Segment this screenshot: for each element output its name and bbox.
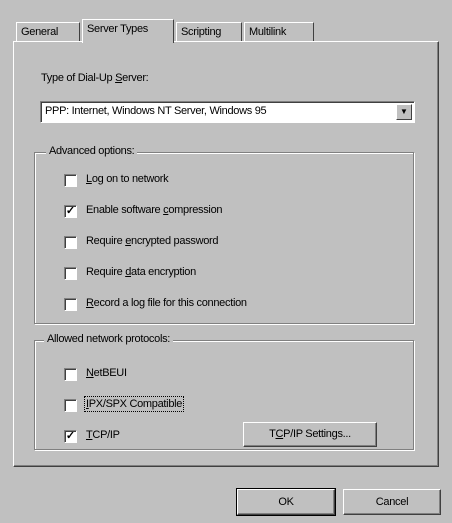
advanced-options-title: Advanced options:: [46, 145, 138, 157]
tcpip-checkbox[interactable]: ✓: [64, 430, 77, 443]
netbeui-label: NetBEUI: [86, 367, 127, 379]
netbeui-checkbox[interactable]: [64, 368, 77, 381]
tab-general[interactable]: General: [16, 22, 80, 41]
check-icon: ✓: [65, 430, 76, 442]
logon-network-label: Log on to network: [86, 173, 169, 185]
tcpip-label: TCP/IP: [86, 429, 120, 441]
logon-network-checkbox[interactable]: [64, 174, 77, 187]
server-type-label: Type of Dial-Up Server:: [41, 72, 149, 84]
record-log-checkbox[interactable]: [64, 298, 77, 311]
data-encryption-checkbox[interactable]: [64, 267, 77, 280]
ipx-spx-checkbox[interactable]: [64, 399, 77, 412]
protocols-title: Allowed network protocols:: [44, 333, 174, 345]
server-type-value: PPP: Internet, Windows NT Server, Window…: [45, 105, 267, 117]
software-compression-checkbox[interactable]: ✓: [64, 205, 77, 218]
ipx-spx-label: IPX/SPX Compatible: [83, 396, 185, 412]
tab-server-types[interactable]: Server Types: [82, 19, 174, 43]
software-compression-label: Enable software compression: [86, 204, 223, 216]
chevron-down-icon[interactable]: ▼: [396, 104, 412, 120]
encrypted-password-checkbox[interactable]: [64, 236, 77, 249]
check-icon: ✓: [65, 205, 76, 217]
tcpip-settings-button[interactable]: TCP/IP Settings...: [243, 422, 377, 447]
tab-scripting[interactable]: Scripting: [176, 22, 242, 41]
ok-button[interactable]: OK: [236, 488, 336, 516]
cancel-button[interactable]: Cancel: [343, 489, 441, 515]
server-type-select[interactable]: PPP: Internet, Windows NT Server, Window…: [40, 101, 415, 123]
tab-multilink[interactable]: Multilink: [244, 22, 314, 41]
encrypted-password-label: Require encrypted password: [86, 235, 219, 247]
record-log-label: Record a log file for this connection: [86, 297, 247, 309]
data-encryption-label: Require data encryption: [86, 266, 196, 278]
